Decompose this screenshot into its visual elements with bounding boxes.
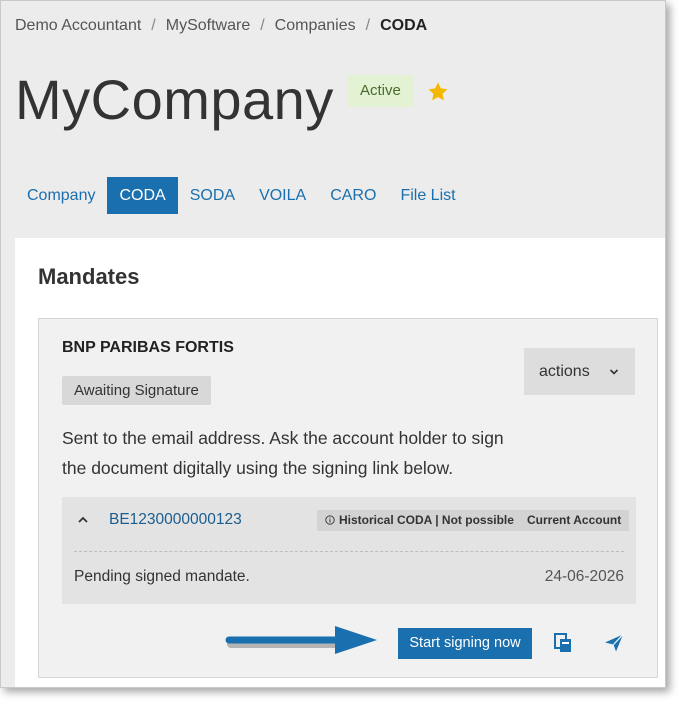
star-icon[interactable]	[427, 81, 449, 103]
breadcrumb-demo-accountant[interactable]: Demo Accountant	[15, 17, 141, 34]
breadcrumb-separator: /	[151, 17, 156, 34]
breadcrumb-current: CODA	[380, 17, 428, 34]
divider	[74, 551, 624, 552]
start-signing-button[interactable]: Start signing now	[398, 628, 532, 659]
page-title: MyCompany	[15, 68, 334, 131]
pending-text: Pending signed mandate.	[74, 568, 250, 585]
status-badge: Active	[348, 75, 413, 107]
historical-coda-text: Historical CODA | Not possible	[339, 513, 514, 527]
account-type-tag: Current Account	[519, 510, 630, 531]
breadcrumb-separator: /	[365, 17, 371, 34]
description-line: Sent to the email address. Ask the accou…	[62, 428, 504, 448]
mandates-panel: Mandates BNP PARIBAS FORTIS Awaiting Sig…	[15, 238, 665, 687]
description-line: the document digitally using the signing…	[62, 458, 454, 478]
mandate-description: Sent to the email address. Ask the accou…	[62, 423, 582, 483]
tab-bar: Company CODA SODA VOILA CARO File List	[15, 177, 468, 214]
breadcrumb: Demo Accountant / MySoftware / Companies / COD…	[15, 17, 427, 35]
section-title: Mandates	[38, 264, 140, 289]
breadcrumb-mysoftware[interactable]: MySoftware	[166, 17, 250, 34]
arrow-right-icon	[225, 626, 377, 654]
historical-coda-tag: Historical CODA | Not possible	[317, 510, 522, 531]
account-iban[interactable]: BE1230000000123	[109, 511, 242, 529]
tab-company[interactable]: Company	[15, 177, 107, 214]
send-icon[interactable]	[604, 633, 624, 653]
bank-name: BNP PARIBAS FORTIS	[62, 339, 234, 356]
chevron-up-icon[interactable]	[76, 513, 90, 527]
copy-icon[interactable]	[554, 633, 572, 653]
breadcrumb-separator: /	[260, 17, 265, 34]
breadcrumb-companies[interactable]: Companies	[275, 17, 356, 34]
actions-label: actions	[539, 363, 590, 380]
app-window: Demo Accountant / MySoftware / Companies / COD…	[0, 0, 666, 688]
account-row: BE1230000000123 Historical CODA | Not po…	[62, 497, 636, 604]
chevron-down-icon	[609, 369, 619, 375]
tab-coda[interactable]: CODA	[107, 177, 178, 214]
tab-caro[interactable]: CARO	[318, 177, 388, 214]
tab-voila[interactable]: VOILA	[247, 177, 318, 214]
mandate-card: BNP PARIBAS FORTIS Awaiting Signature ac…	[38, 318, 658, 678]
pending-date: 24-06-2026	[544, 568, 624, 585]
actions-dropdown[interactable]: actions	[524, 348, 635, 395]
tab-file-list[interactable]: File List	[388, 177, 467, 214]
info-icon	[325, 515, 335, 525]
tab-soda[interactable]: SODA	[178, 177, 247, 214]
signature-status-badge: Awaiting Signature	[62, 376, 211, 405]
